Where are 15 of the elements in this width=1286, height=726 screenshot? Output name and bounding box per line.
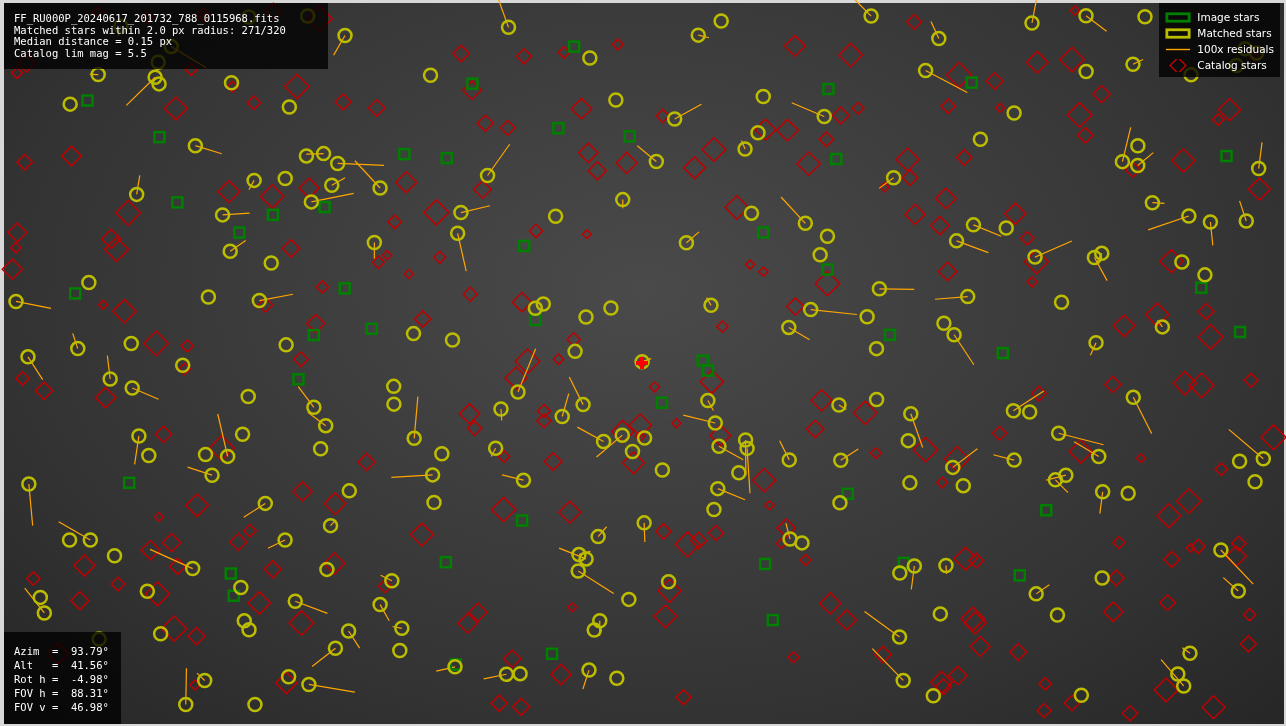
pointing-text: FOV h = 88.31° (14, 686, 109, 700)
legend-label: 100x residuals (1197, 43, 1274, 55)
legend-label: Matched stars (1197, 27, 1272, 39)
legend-label: Image stars (1197, 11, 1260, 23)
info-text: Catalog lim mag = 5.5 (14, 47, 148, 59)
legend-label: Catalog stars (1197, 59, 1267, 71)
info-text: FF_RU000P_20240617_201732_788_0115968.fits (14, 13, 281, 25)
rectangle-icon (1165, 26, 1192, 40)
pointing-text: FOV v = 46.98° (14, 700, 109, 714)
rectangle-icon (1165, 10, 1192, 24)
pointing-text: Azim = 93.79° (14, 644, 109, 658)
info-text: Median distance = 0.15 px (14, 36, 173, 48)
pointing-text: Alt = 41.56° (14, 658, 109, 672)
pointing-text: Rot h = -4.98° (14, 672, 109, 686)
info-text: Matched stars within 2.0 px radius: 271/320 (14, 24, 287, 36)
